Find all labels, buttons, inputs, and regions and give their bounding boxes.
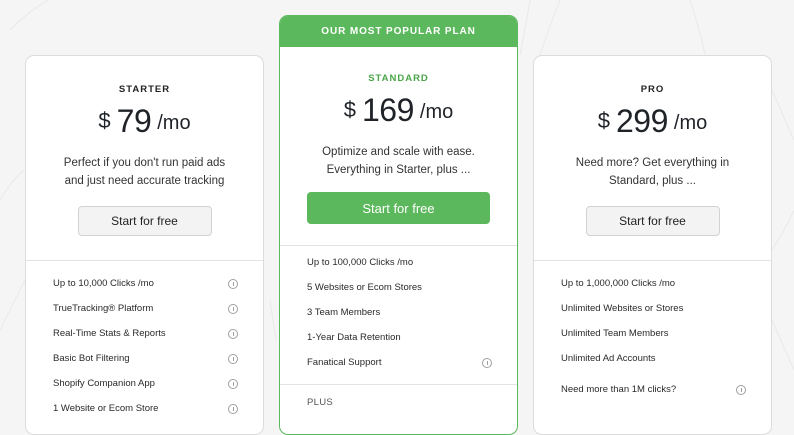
currency-symbol: $ (343, 97, 356, 122)
info-icon[interactable] (736, 384, 746, 395)
feature-list: Up to 100,000 Clicks /mo 5 Websites or E… (280, 250, 517, 375)
list-item: 1 Website or Ecom Store (53, 396, 238, 421)
list-item: 5 Websites or Ecom Stores (307, 282, 422, 293)
currency-symbol: $ (98, 108, 111, 133)
info-icon[interactable] (228, 378, 238, 389)
currency-symbol: $ (597, 108, 610, 133)
start-for-free-button[interactable]: Start for free (307, 192, 490, 224)
info-icon[interactable] (228, 278, 238, 289)
info-icon[interactable] (482, 357, 492, 368)
list-item: Unlimited Ad Accounts (561, 353, 656, 364)
description-line: Everything in Starter, plus ... (326, 164, 471, 176)
plan-price: $299/mo (534, 103, 771, 140)
price-period: /mo (157, 112, 191, 134)
price-period: /mo (673, 112, 708, 134)
description-line: Standard, plus ... (609, 175, 696, 187)
list-item: Real-Time Stats & Reports (53, 321, 238, 346)
price-amount: 299 (616, 103, 668, 139)
plan-name: STARTER (118, 84, 171, 95)
plan-description: Need more? Get everything in Standard, p… (553, 154, 753, 190)
divider (26, 260, 263, 261)
plan-description: Optimize and scale with ease. Everything… (299, 143, 499, 179)
divider (280, 384, 517, 385)
info-icon[interactable] (228, 328, 238, 339)
list-item: Basic Bot Filtering (53, 346, 238, 371)
plan-price: $79/mo (26, 103, 263, 140)
description-line: Need more? Get everything in (575, 157, 730, 169)
list-item: TrueTracking® Platform (53, 296, 238, 321)
feature-list: Up to 1,000,000 Clicks /mo Unlimited Web… (534, 271, 771, 402)
list-item: Up to 100,000 Clicks /mo (307, 257, 414, 268)
list-item: Unlimited Websites or Stores (561, 303, 684, 314)
popular-plan-banner: OUR MOST POPULAR PLAN (280, 16, 517, 47)
info-icon[interactable] (228, 353, 238, 364)
plan-name: STANDARD (368, 73, 429, 84)
price-amount: 169 (362, 92, 414, 128)
divider (280, 245, 517, 246)
price-amount: 79 (116, 103, 152, 139)
start-for-free-button[interactable]: Start for free (585, 206, 720, 236)
list-item: Need more than 1M clicks? (561, 377, 746, 402)
standard-plan-card: OUR MOST POPULAR PLAN STANDARD $169/mo O… (279, 15, 518, 435)
description-line: Optimize and scale with ease. (322, 146, 475, 158)
list-item: 3 Team Members (307, 307, 381, 318)
list-item: Unlimited Team Members (561, 328, 669, 339)
list-item: Up to 1,000,000 Clicks /mo (561, 278, 676, 289)
info-icon[interactable] (228, 403, 238, 414)
feature-list: Up to 10,000 Clicks /mo TrueTracking® Pl… (26, 271, 263, 421)
description-line: and just need accurate tracking (64, 175, 225, 187)
plan-price: $169/mo (280, 92, 517, 129)
list-item: 1-Year Data Retention (307, 332, 401, 343)
plan-name: PRO (640, 84, 665, 95)
divider (534, 260, 771, 261)
starter-plan-card: STARTER $79/mo Perfect if you don't run … (25, 55, 264, 435)
list-item: Shopify Companion App (53, 371, 238, 396)
info-icon[interactable] (228, 303, 238, 314)
list-item: Fanatical Support (307, 350, 492, 375)
description-line: Perfect if you don't run paid ads (63, 157, 226, 169)
pro-plan-card: PRO $299/mo Need more? Get everything in… (533, 55, 772, 435)
plan-description: Perfect if you don't run paid ads and ju… (45, 154, 245, 190)
list-item: Up to 10,000 Clicks /mo (53, 271, 238, 296)
start-for-free-button[interactable]: Start for free (77, 206, 212, 236)
plus-label: PLUS (307, 397, 334, 408)
price-period: /mo (419, 101, 454, 123)
